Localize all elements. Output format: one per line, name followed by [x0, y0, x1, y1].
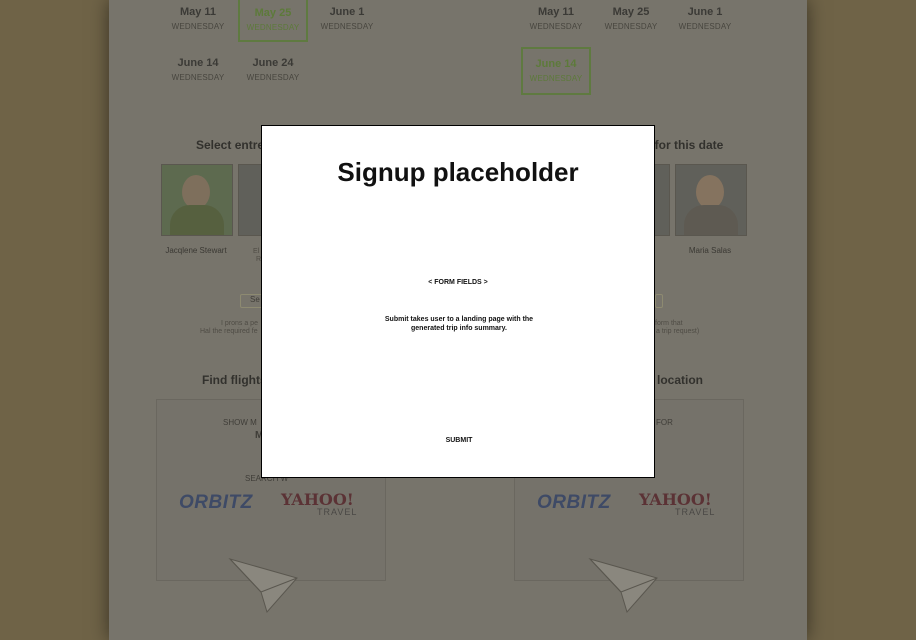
date-label: May 25	[254, 7, 292, 19]
weekday-label: WEDNESDAY	[320, 22, 374, 31]
hint-text: Hal the required fe	[200, 328, 258, 335]
date-option-selected[interactable]: June 14 WEDNESDAY	[521, 47, 591, 95]
date-option[interactable]: June 24 WEDNESDAY	[238, 51, 308, 95]
date-option[interactable]: June 14 WEDNESDAY	[163, 51, 233, 95]
date-option[interactable]: May 11 WEDNESDAY	[163, 0, 233, 44]
date-label: May 25	[612, 6, 650, 18]
signup-modal: Signup placeholder < FORM FIELDS > Submi…	[261, 125, 655, 478]
date-option[interactable]: June 1 WEDNESDAY	[670, 0, 740, 44]
select-pill-right[interactable]	[655, 294, 663, 308]
orbitz-logo[interactable]: ORBITZ	[537, 492, 611, 514]
entrepreneur-name: Maria Salas	[688, 246, 732, 255]
submit-note: Submit takes user to a landing page with…	[384, 316, 534, 332]
weekday-label: WEDNESDAY	[529, 74, 583, 83]
date-label: June 14	[535, 58, 577, 70]
date-option[interactable]: June 1 WEDNESDAY	[312, 0, 382, 44]
paper-plane-icon	[588, 558, 658, 614]
find-flights-title-right: s location	[647, 373, 704, 387]
orbitz-logo[interactable]: ORBITZ	[179, 492, 253, 514]
weekday-label: WEDNESDAY	[246, 23, 300, 32]
weekday-label: WEDNESDAY	[171, 22, 225, 31]
form-fields-placeholder: < FORM FIELDS >	[428, 279, 488, 286]
hint-text: form that	[655, 320, 683, 327]
date-option-selected[interactable]: May 25 WEDNESDAY	[238, 0, 308, 42]
find-flights-title: Find flights	[202, 373, 267, 387]
for-label: FOR	[656, 418, 673, 427]
travel-label: TRAVEL	[675, 507, 716, 517]
weekday-label: WEDNESDAY	[604, 22, 658, 31]
weekday-label: WEDNESDAY	[171, 73, 225, 82]
date-label: May 11	[179, 6, 217, 18]
date-label: June 14	[177, 57, 219, 69]
date-label: June 1	[329, 6, 365, 18]
weekday-label: WEDNESDAY	[678, 22, 732, 31]
entrepreneur-photo-partial[interactable]	[654, 164, 670, 236]
weekday-label: WEDNESDAY	[246, 73, 300, 82]
show-label: SHOW M	[223, 418, 257, 427]
date-option[interactable]: May 11 WEDNESDAY	[521, 0, 591, 44]
weekday-label: WEDNESDAY	[529, 22, 583, 31]
date-label: June 24	[252, 57, 294, 69]
modal-title: Signup placeholder	[337, 157, 579, 187]
paper-plane-icon	[228, 558, 298, 614]
entrepreneur-photo[interactable]	[675, 164, 747, 236]
date-label: May 11	[537, 6, 575, 18]
entrepreneur-name: Jacqlene Stewart	[165, 246, 227, 255]
entrepreneur-photo[interactable]	[161, 164, 233, 236]
partial-name: El	[253, 248, 260, 255]
hint-text: I prons a pe	[221, 320, 258, 327]
travel-label: TRAVEL	[317, 507, 358, 517]
submit-button[interactable]: SUBMIT	[432, 437, 486, 444]
date-label: June 1	[687, 6, 723, 18]
date-option[interactable]: May 25 WEDNESDAY	[596, 0, 666, 44]
hint-text: a trip request)	[656, 328, 700, 335]
entrepreneur-photo-partial[interactable]	[238, 164, 262, 236]
